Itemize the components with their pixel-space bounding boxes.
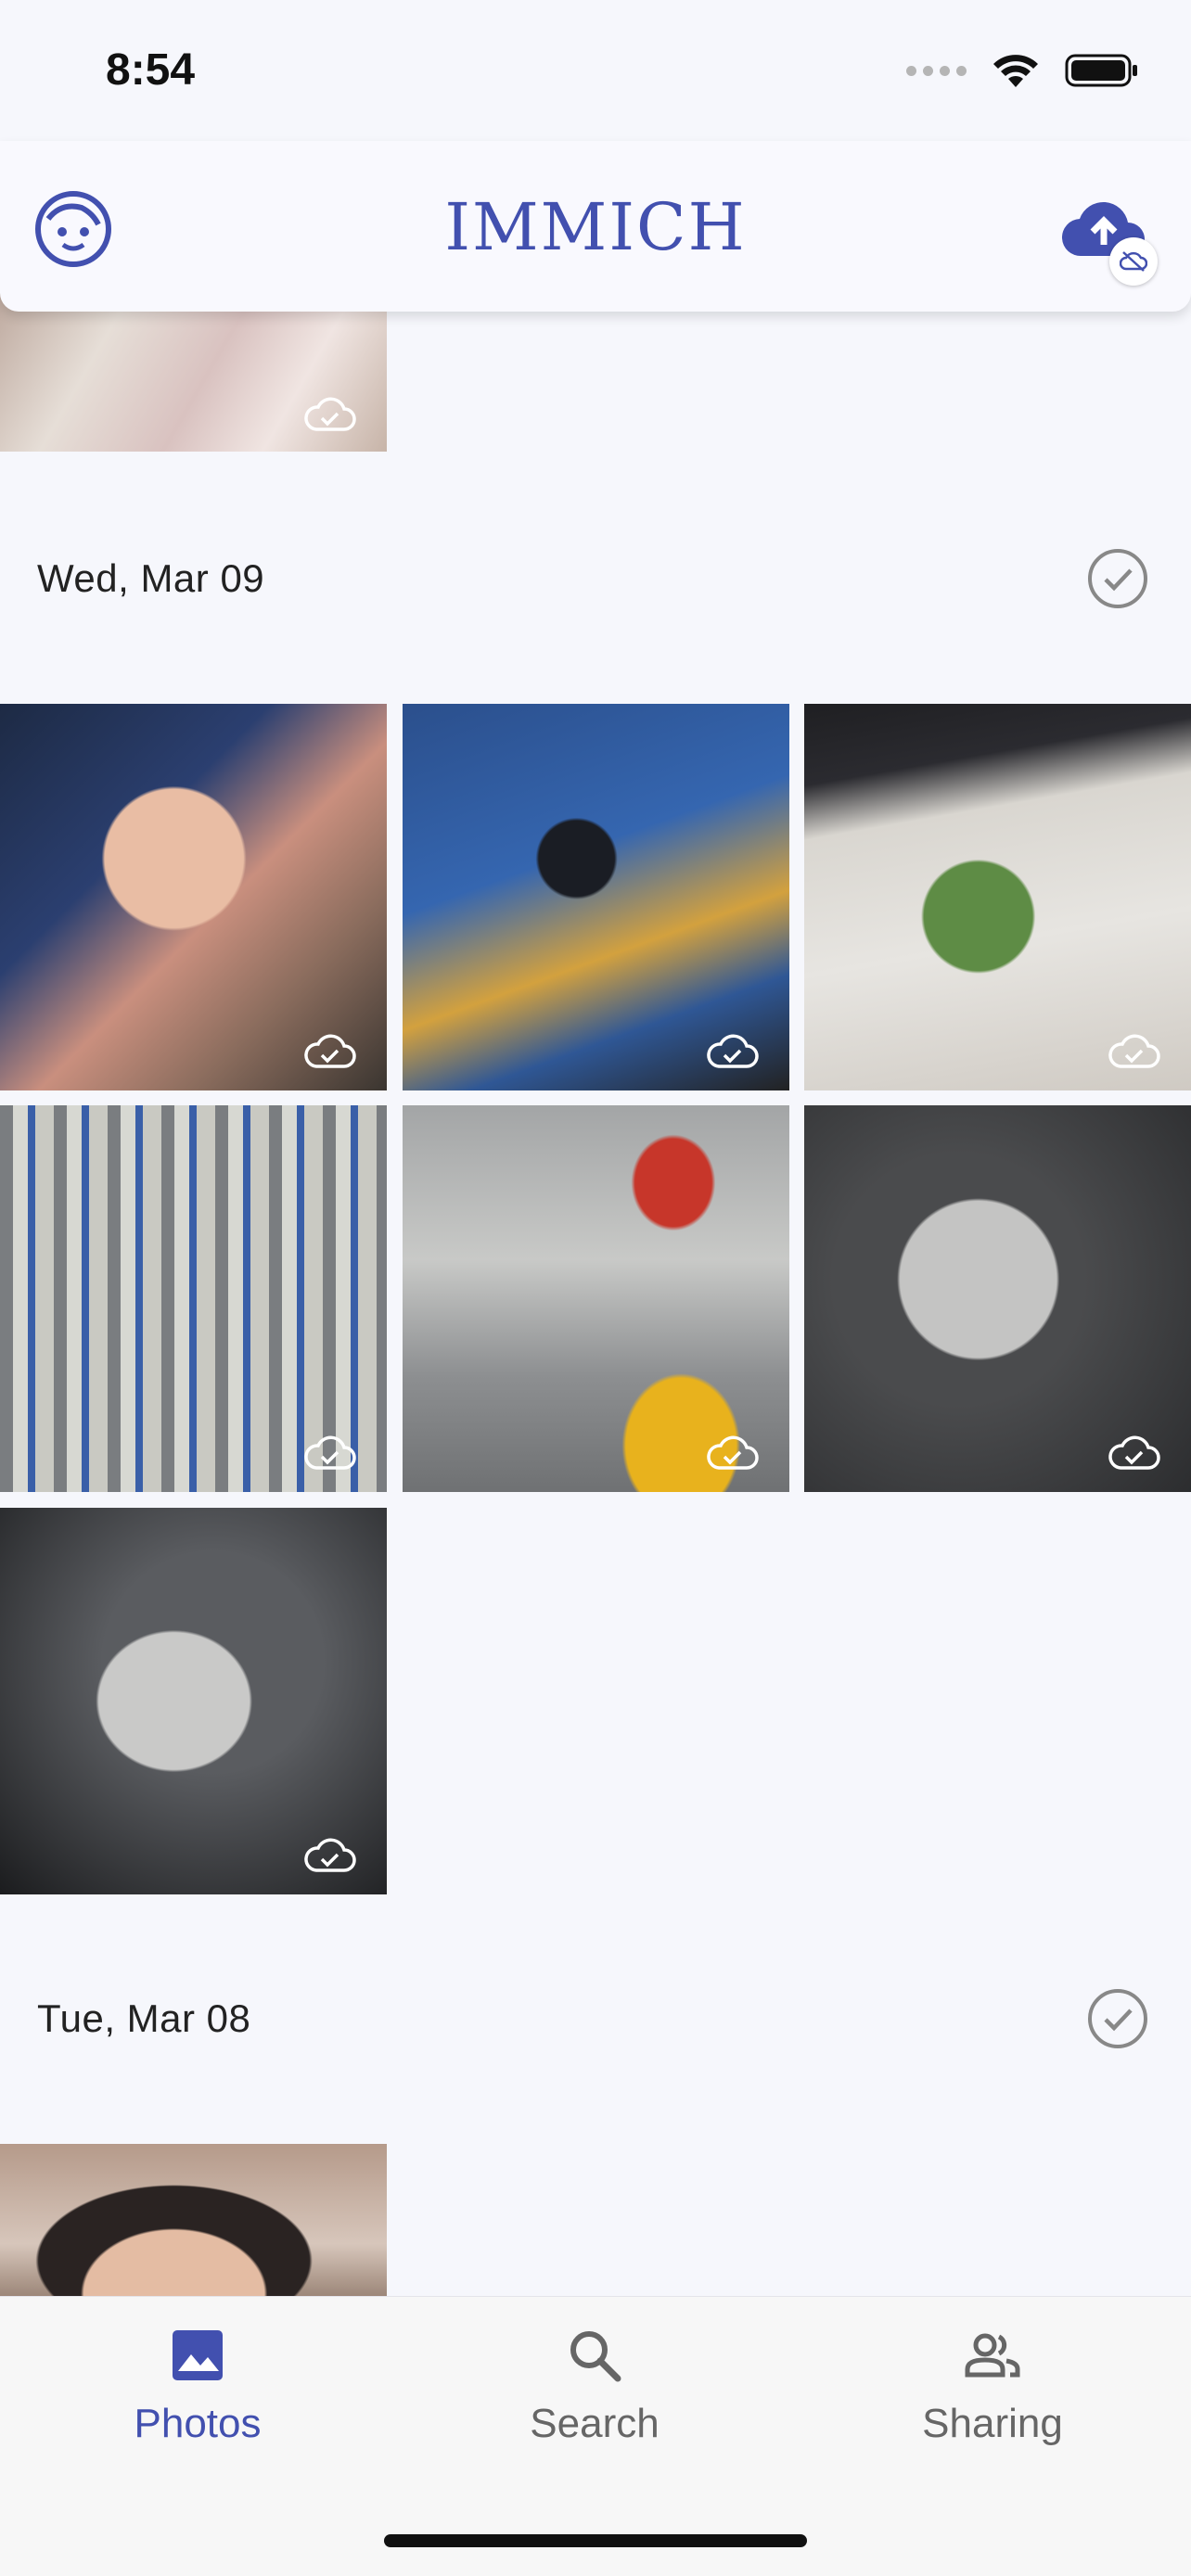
battery-icon [1065,54,1137,87]
wifi-icon [993,55,1038,87]
date-header: Tue, Mar 08 [37,1996,251,2040]
cloud-check-icon [707,1034,759,1068]
status-icons [906,52,1139,89]
cloud-check-icon [1108,1034,1160,1068]
app-title: IMMICH [444,189,747,265]
photo-thumbnail[interactable] [804,1105,1191,1492]
tab-photos[interactable]: Photos [58,2325,337,2447]
cloud-off-icon [1120,251,1147,272]
search-icon [570,2331,621,2382]
bottom-navigation: Photos Search Sharing [0,2296,1191,2576]
cloud-check-icon [707,1435,759,1470]
date-header: Wed, Mar 09 [37,556,265,600]
tab-search[interactable]: Search [455,2325,734,2447]
photo-thumbnail[interactable] [804,704,1191,1090]
cloud-check-icon [304,1435,356,1470]
cloud-check-icon [304,1034,356,1068]
tab-search-label: Search [530,2401,660,2446]
tab-sharing[interactable]: Sharing [853,2325,1132,2447]
cloud-check-icon [304,1838,356,1872]
photo-thumbnail[interactable] [403,1105,789,1492]
cloud-check-icon [304,397,356,431]
photo-thumbnail[interactable] [0,1105,387,1492]
cloud-check-icon [1108,1435,1160,1470]
select-all-check-icon[interactable] [1087,1988,1148,2049]
photo-thumbnail[interactable] [0,704,387,1090]
photo-thumbnail[interactable] [0,1508,387,1894]
photo-icon [173,2330,223,2380]
cellular-signal-icon [906,65,967,76]
people-icon [965,2333,1020,2378]
status-bar: 8:54 [0,0,1191,139]
screen: 8:54 IMMICH Wed, Mar 09 Tue, Mar 08 Phot… [0,0,1191,2576]
app-bar: IMMICH [0,141,1191,312]
home-indicator[interactable] [384,2534,807,2547]
backup-status-badge [1109,237,1158,286]
backup-button[interactable] [1061,193,1158,286]
status-time: 8:54 [106,45,196,95]
photo-thumbnail[interactable] [0,2144,387,2311]
tab-sharing-label: Sharing [922,2401,1063,2446]
select-all-check-icon[interactable] [1087,548,1148,609]
photo-thumbnail[interactable] [403,704,789,1090]
tab-photos-label: Photos [134,2401,262,2446]
